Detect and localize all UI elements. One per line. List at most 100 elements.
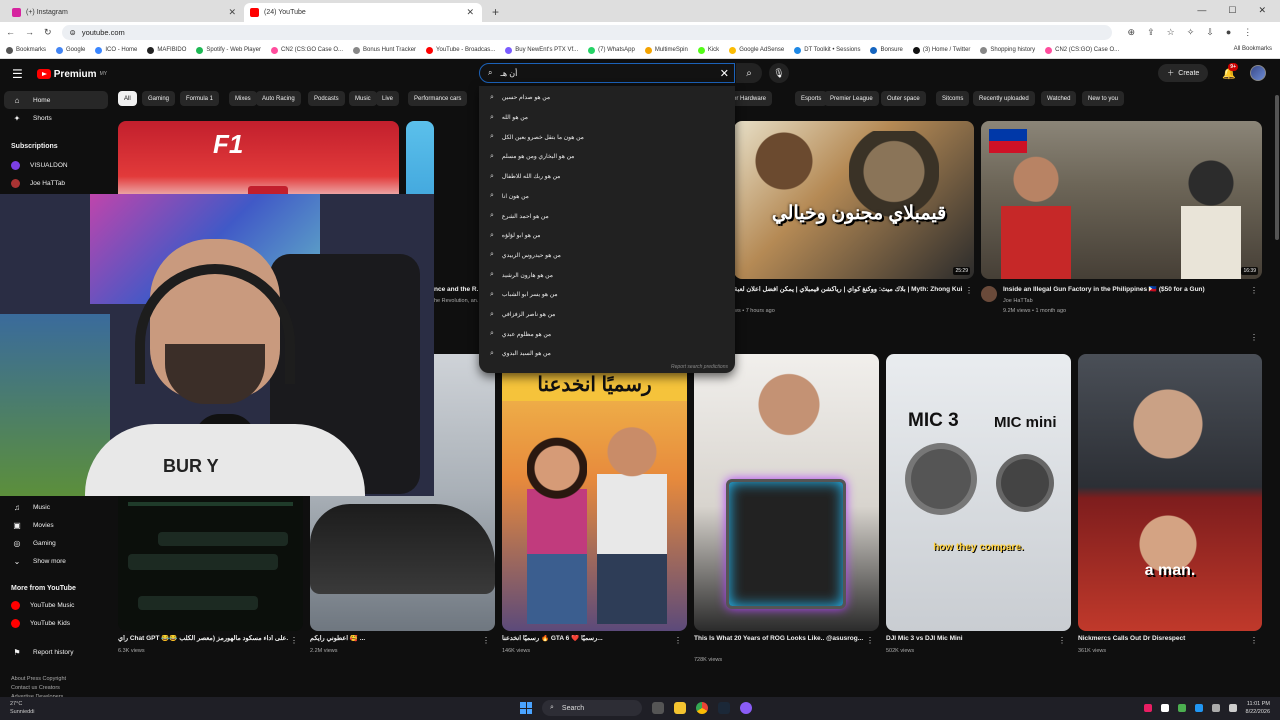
zoom-icon[interactable]: ⊕ — [1128, 27, 1136, 38]
more-options-icon[interactable]: ⋮ — [1250, 636, 1258, 645]
tray-app-icon[interactable] — [1143, 704, 1152, 712]
app-icon[interactable] — [740, 702, 752, 714]
search-button[interactable]: ⌕ — [736, 63, 762, 83]
more-options-icon[interactable]: ⋮ — [482, 636, 490, 645]
volume-icon[interactable] — [1228, 704, 1237, 712]
chip-music[interactable]: Music — [349, 91, 377, 106]
search-suggestion[interactable]: ⌕ من هون ما بتقل خصرو بعين الكل — [479, 127, 735, 147]
more-options-icon[interactable]: ⋮ — [1250, 286, 1258, 295]
star-icon[interactable]: ☆ — [1167, 27, 1175, 38]
maximize-icon[interactable]: ☐ — [1228, 5, 1236, 16]
steam-icon[interactable] — [718, 702, 730, 714]
chrome-icon[interactable] — [696, 702, 708, 714]
tab-instagram[interactable]: (+) Instagram ✕ — [6, 3, 244, 22]
video-thumbnail[interactable]: 16:39 — [981, 121, 1262, 279]
bookmark-item[interactable]: YouTube - Broadcas... — [426, 46, 495, 54]
search-suggestion[interactable]: ⌕ من هو احمد الشرع — [479, 206, 735, 226]
windows-start-icon[interactable] — [520, 702, 532, 714]
tab-youtube[interactable]: (24) YouTube ✕ — [244, 3, 482, 22]
search-suggestion[interactable]: ⌕ من هو مظلوم عبدي — [479, 324, 735, 344]
chip-auto-racing[interactable]: Auto Racing — [256, 91, 301, 106]
wifi-icon[interactable] — [1211, 704, 1220, 712]
new-tab-button[interactable]: + — [492, 5, 499, 19]
chip-live[interactable]: Live — [376, 91, 400, 106]
chip-mixes[interactable]: Mixes — [229, 91, 257, 106]
avatar[interactable] — [1250, 65, 1266, 81]
profile-icon[interactable]: ● — [1226, 27, 1231, 38]
taskbar-search[interactable]: ⌕ Search — [542, 700, 642, 716]
chip-gaming[interactable]: Gaming — [142, 91, 176, 106]
download-icon[interactable]: ⇩ — [1206, 27, 1214, 38]
forward-icon[interactable]: → — [25, 27, 34, 37]
sidebar-subscription[interactable]: VISUALDON — [4, 156, 108, 174]
tray-app-icon[interactable] — [1194, 704, 1203, 712]
bookmark-item[interactable]: Google AdSense — [729, 46, 784, 54]
sidebar-subscription[interactable]: Joe HaTTab — [4, 174, 108, 192]
reload-icon[interactable]: ↻ — [44, 27, 52, 38]
bookmark-item[interactable]: Shopping history — [980, 46, 1035, 54]
chip-podcasts[interactable]: Podcasts — [308, 91, 345, 106]
page-scrollbar[interactable] — [1275, 95, 1279, 240]
chip-all[interactable]: All — [118, 91, 137, 106]
search-suggestion[interactable]: ⌕ من هو حيدروس الزبيدي — [479, 246, 735, 266]
bookmark-item[interactable]: CN2 (CS:GO) Case O... — [1045, 46, 1119, 54]
sidebar-footer-links[interactable]: About Press Copyright — [11, 675, 66, 684]
close-tab-icon[interactable]: ✕ — [228, 7, 236, 18]
sidebar-item-show-more[interactable]: ⌄ Show more — [4, 552, 108, 570]
bookmark-item[interactable]: (7) WhatsApp — [588, 46, 635, 54]
bookmark-item[interactable]: (3) Home / Twitter — [912, 46, 970, 54]
search-suggestion[interactable]: ⌕ من هو البخاري ومن هو مسلم — [479, 147, 735, 167]
video-thumbnail[interactable] — [694, 354, 879, 631]
bookmark-item[interactable]: Bonsure — [870, 46, 903, 54]
subscriptions-header[interactable]: Subscriptions — [11, 143, 58, 150]
video-title[interactable]: بلاك ميث: ووكنغ كواي | رياكشن قيمبلاي | … — [734, 286, 962, 295]
taskbar-clock[interactable]: 11:01 PM 8/22/2026 — [1246, 700, 1270, 716]
bookmark-item[interactable]: Google — [56, 46, 85, 54]
chip-recently-uploaded[interactable]: Recently uploaded — [973, 91, 1035, 106]
search-suggestion[interactable]: ⌕ من هو يسر ابو الشباب — [479, 285, 735, 305]
more-options-icon[interactable]: ⋮ — [674, 636, 682, 645]
chip-outer-space[interactable]: Outer space — [881, 91, 926, 106]
chip-esports[interactable]: Esports — [795, 91, 828, 106]
bookmark-item[interactable]: Spotify - Web Player — [196, 46, 261, 54]
sidebar-item-home[interactable]: ⌂ Home — [4, 91, 108, 109]
search-suggestion[interactable]: ⌕ من هو صدام حسين — [479, 88, 735, 108]
search-suggestion[interactable]: ⌕ من هو السيد البدوي — [479, 344, 735, 364]
chip-watched[interactable]: Watched — [1041, 91, 1077, 106]
sidebar-youtube-app[interactable]: YouTube Kids — [4, 614, 108, 632]
minimize-icon[interactable]: — — [1197, 5, 1206, 16]
site-info-icon[interactable]: ⊜ — [70, 28, 76, 37]
search-suggestion[interactable]: ⌕ من هو ابو لؤلؤه — [479, 226, 735, 246]
video-thumbnail[interactable]: قيمبلاي مجنون وخيالي 25:29 — [734, 121, 974, 279]
video-title[interactable]: اعطوني رايكم 🥰 ... — [310, 635, 480, 644]
bookmark-item[interactable]: MultimeSpin — [644, 46, 688, 54]
search-suggestion[interactable]: ⌕ من هون انا — [479, 187, 735, 207]
chip-performance-cars[interactable]: Performance cars — [408, 91, 468, 106]
video-title[interactable]: DJI Mic 3 vs DJI Mic Mini — [886, 635, 1056, 644]
back-icon[interactable]: ← — [6, 27, 15, 37]
search-suggestion[interactable]: ⌕ من هو الله — [479, 108, 735, 128]
search-suggestion[interactable]: ⌕ من هو ناصر الزفزافي — [479, 305, 735, 325]
menu-hamburger-icon[interactable]: ☰ — [12, 67, 23, 81]
share-icon[interactable]: ⇪ — [1147, 27, 1155, 38]
channel-avatar[interactable] — [981, 286, 997, 302]
chip-sitcoms[interactable]: Sitcoms — [936, 91, 970, 106]
more-options-icon[interactable]: ⋮ — [1058, 636, 1066, 645]
sidebar-item-report-history[interactable]: ⚑ Report history — [4, 643, 108, 661]
chip-premier-league[interactable]: Premier League — [824, 91, 879, 106]
sidebar-item-shorts[interactable]: ✦ Shorts — [4, 109, 108, 127]
more-options-icon[interactable]: ⋮ — [290, 636, 298, 645]
bookmark-item[interactable]: MAFIBIDO — [147, 46, 186, 54]
chip-formula-1[interactable]: Formula 1 — [180, 91, 220, 106]
more-options-icon[interactable]: ⋮ — [965, 286, 973, 295]
task-view-icon[interactable] — [652, 702, 664, 714]
tray-app-icon[interactable] — [1177, 704, 1186, 712]
bookmark-item[interactable]: DT Toolkit • Sessions — [794, 46, 860, 54]
notifications-button[interactable]: 🔔 9+ — [1222, 62, 1238, 80]
video-thumbnail[interactable] — [118, 496, 303, 631]
search-input[interactable]: ⌕ أن هـ ✕ — [479, 63, 735, 83]
close-window-icon[interactable]: ✕ — [1258, 5, 1266, 16]
sidebar-youtube-app[interactable]: YouTube Music — [4, 596, 108, 614]
search-suggestion[interactable]: ⌕ من هو هارون الرشيد — [479, 265, 735, 285]
menu-icon[interactable]: ⋮ — [1243, 27, 1252, 38]
